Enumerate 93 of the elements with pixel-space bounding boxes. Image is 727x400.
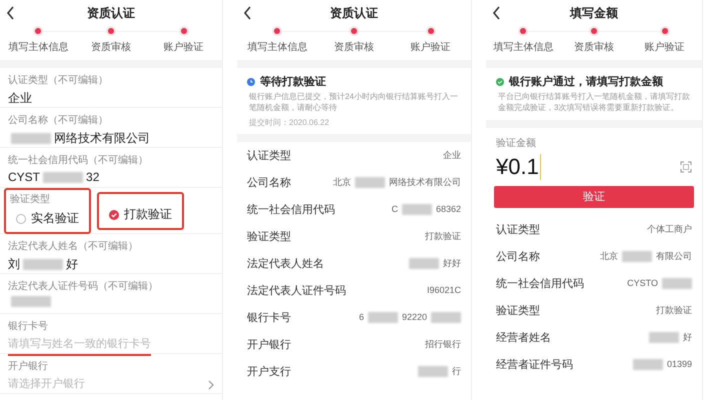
clock-dot-icon bbox=[247, 78, 255, 86]
back-icon[interactable] bbox=[492, 6, 501, 20]
radio-unchecked-icon bbox=[16, 214, 26, 224]
field-value: 刘 bbox=[8, 256, 20, 273]
row-label: 验证类型 bbox=[496, 304, 540, 318]
status-text: 银行账户信息已提交，预计24小时内向银行结算账号打入一笔随机金额，请耐心等待 bbox=[248, 92, 459, 114]
step-label: 填写主体信息 bbox=[493, 40, 554, 54]
step-label: 资质审核 bbox=[90, 40, 131, 54]
step-label: 资质审核 bbox=[334, 40, 374, 54]
field-value: 网络技术有限公司 bbox=[54, 130, 150, 147]
field-value: 打款验证 bbox=[656, 304, 692, 317]
field-value: 打款验证 bbox=[425, 230, 461, 243]
field-label: 法定代表人姓名（不可编辑） bbox=[8, 240, 139, 253]
blurred-text bbox=[402, 204, 432, 215]
step-label: 账户验证 bbox=[410, 40, 451, 54]
amount-input[interactable]: ¥0.1 bbox=[496, 154, 541, 180]
blurred-text bbox=[11, 296, 51, 307]
back-icon[interactable] bbox=[243, 6, 252, 20]
submit-time: 提交时间：2020.06.22 bbox=[248, 116, 330, 128]
row-label: 公司名称 bbox=[247, 176, 291, 190]
blurred-text bbox=[418, 366, 448, 377]
row-label: 法定代表人证件号码 bbox=[247, 284, 346, 298]
status-text: 平台已向银行结算账号打入一笔随机金额，请填写打款金额完成验证，3次填写错误将需要重新打款验证。 bbox=[497, 92, 691, 114]
field-label: 验证金额 bbox=[496, 136, 537, 150]
field-value: 北京 bbox=[600, 250, 618, 263]
field-label: 统一社会信用代码（不可编辑） bbox=[8, 154, 149, 167]
row-label: 开户银行 bbox=[247, 338, 291, 352]
blurred-text bbox=[662, 278, 692, 289]
step-label: 填写主体信息 bbox=[247, 40, 308, 54]
field-value: 网络技术有限公司 bbox=[389, 176, 461, 189]
field-value: 好 bbox=[66, 256, 78, 273]
blurred-text bbox=[43, 172, 84, 182]
blurred-text bbox=[431, 312, 461, 323]
field-value: 招行银行 bbox=[425, 338, 461, 351]
field-value: CYSTO bbox=[627, 278, 658, 288]
row-label: 统一社会信用代码 bbox=[247, 202, 335, 217]
blurred-text bbox=[11, 133, 51, 144]
field-value: 有限公司 bbox=[656, 250, 692, 263]
row-label: 法定代表人姓名 bbox=[247, 256, 324, 271]
field-value: 企业 bbox=[8, 90, 32, 107]
blurred-text bbox=[23, 259, 63, 270]
row-label: 经营者姓名 bbox=[496, 330, 551, 345]
row-label: 开户支行 bbox=[247, 364, 291, 379]
field-value: 北京 bbox=[333, 176, 351, 189]
step-label: 填写主体信息 bbox=[8, 40, 68, 54]
field-value: I96021C bbox=[426, 285, 461, 296]
chevron-right-icon bbox=[208, 380, 214, 390]
radio-option[interactable]: 打款验证 bbox=[103, 204, 178, 226]
field-label: 验证类型 bbox=[10, 192, 51, 206]
step-label: 账户验证 bbox=[644, 40, 685, 54]
field-value: 01399 bbox=[666, 359, 692, 370]
blurred-text bbox=[409, 258, 439, 269]
row-label: 统一社会信用代码 bbox=[496, 276, 584, 291]
step-label: 资质审核 bbox=[574, 40, 614, 54]
step-label: 账户验证 bbox=[164, 40, 204, 54]
row-label: 公司名称 bbox=[496, 250, 540, 264]
blurred-text bbox=[368, 312, 398, 323]
field-value: 68362 bbox=[436, 204, 461, 214]
verify-button[interactable]: 验证 bbox=[494, 186, 694, 208]
status-title: 等待打款验证 bbox=[260, 74, 326, 89]
field-label: 法定代表人证件号码（不可编辑） bbox=[8, 280, 159, 293]
page-title: 填写金额 bbox=[570, 4, 618, 22]
radio-checked-icon bbox=[109, 210, 119, 220]
field-label: 开户银行 bbox=[8, 360, 49, 373]
row-label: 银行卡号 bbox=[247, 310, 291, 325]
blurred-text bbox=[649, 332, 679, 343]
check-circle-icon bbox=[496, 78, 504, 86]
blurred-text bbox=[632, 358, 663, 370]
field-value: 好好 bbox=[443, 256, 461, 270]
field-value: 92220 bbox=[402, 312, 427, 322]
blurred-text bbox=[355, 176, 385, 188]
scan-icon[interactable] bbox=[680, 160, 692, 173]
field-label: 公司名称（不可编辑） bbox=[8, 114, 109, 127]
page-title: 资质认证 bbox=[87, 4, 135, 22]
field-value: CYST bbox=[8, 170, 40, 184]
field-value: C bbox=[391, 204, 398, 214]
row-label: 认证类型 bbox=[496, 222, 540, 237]
field-label: 银行卡号 bbox=[8, 320, 49, 333]
blurred-text bbox=[622, 250, 652, 262]
page-title: 资质认证 bbox=[330, 4, 378, 22]
row-label: 认证类型 bbox=[247, 148, 291, 163]
row-label: 经营者证件号码 bbox=[496, 358, 573, 372]
row-label: 验证类型 bbox=[247, 230, 291, 244]
status-title: 银行账户通过，请填写打款金额 bbox=[509, 74, 663, 89]
back-icon[interactable] bbox=[6, 6, 15, 20]
field-label: 认证类型（不可编辑） bbox=[8, 74, 109, 87]
field-value: 行 bbox=[452, 364, 461, 378]
field-value: 企业 bbox=[443, 148, 461, 162]
field-value: 个体工商户 bbox=[647, 222, 692, 236]
field-value: 32 bbox=[86, 170, 100, 184]
radio-option[interactable]: 实名验证 bbox=[10, 208, 85, 230]
field-value: 6 bbox=[358, 312, 364, 322]
field-value: 好 bbox=[683, 330, 692, 344]
